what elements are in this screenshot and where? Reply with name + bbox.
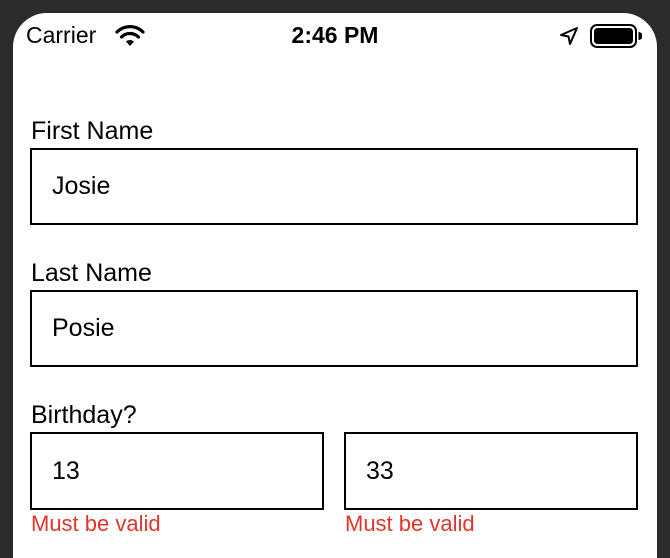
birthday-label: Birthday?	[31, 401, 137, 429]
first-name-input[interactable]	[30, 148, 638, 225]
first-name-label: First Name	[31, 117, 154, 145]
battery-icon	[590, 24, 642, 48]
birthday-month-error: Must be valid	[345, 511, 475, 536]
last-name-label: Last Name	[31, 259, 152, 287]
status-bar: Carrier 2:46 PM	[13, 13, 657, 59]
phone-screen: Carrier 2:46 PM First Name Last Name Bir…	[13, 13, 657, 558]
birthday-month-input[interactable]	[344, 432, 638, 510]
birthday-day-input[interactable]	[30, 432, 324, 510]
location-arrow-icon	[560, 27, 578, 45]
birthday-day-error: Must be valid	[31, 511, 161, 536]
last-name-input[interactable]	[30, 290, 638, 367]
